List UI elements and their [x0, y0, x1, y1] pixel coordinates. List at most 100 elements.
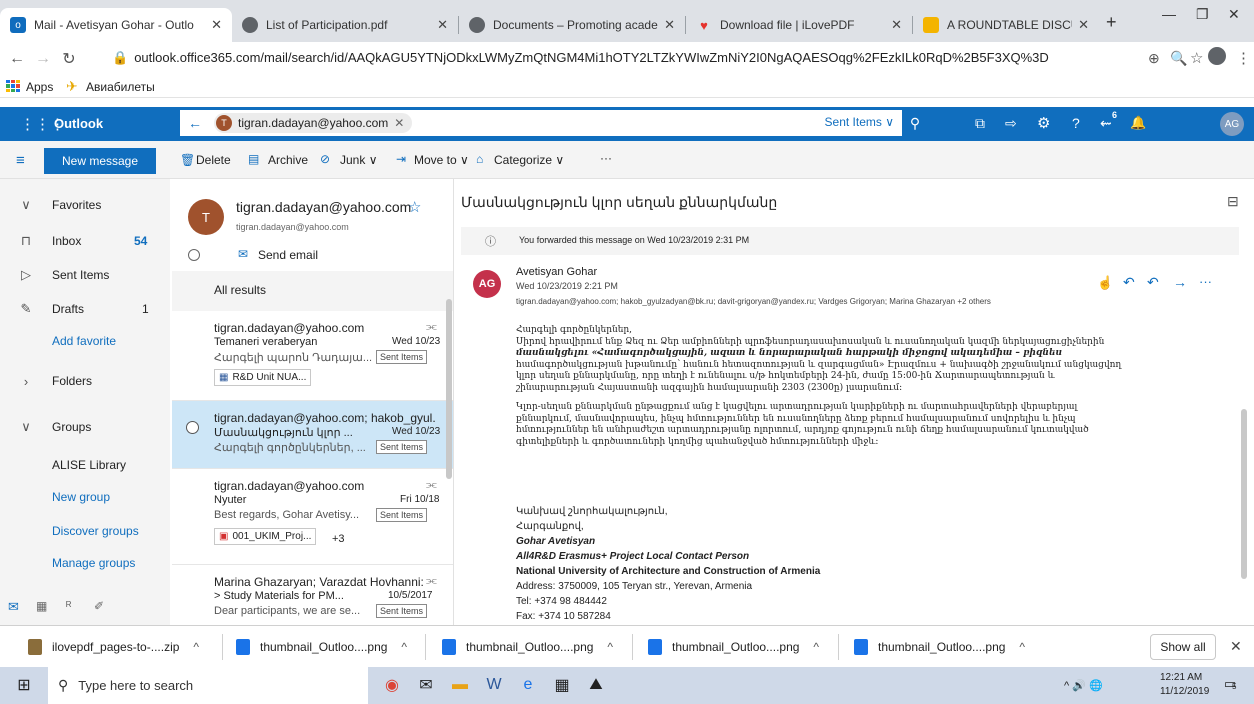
- move-to-button[interactable]: Move to ∨: [414, 153, 469, 167]
- reload-icon[interactable]: ↻: [56, 49, 82, 69]
- download-item[interactable]: thumbnail_Outloo....png ^: [236, 634, 407, 660]
- recipients[interactable]: tigran.dadayan@yahoo.com; hakob_gyulzady…: [516, 297, 991, 306]
- discover-groups-link[interactable]: Discover groups: [0, 513, 170, 549]
- window-close-icon[interactable]: ✕: [1228, 6, 1240, 23]
- message-row[interactable]: Marina Ghazaryan; Varazdat Hovhanni: ⫘ >…: [172, 565, 453, 625]
- attachment-chip[interactable]: ▣ 001_UKIM_Proj...: [214, 528, 317, 545]
- menu-kebab-icon[interactable]: ⋮: [1236, 49, 1251, 67]
- more-options-icon[interactable]: ···: [1199, 274, 1212, 289]
- outlook-brand[interactable]: Outlook: [54, 116, 103, 131]
- nav-inbox[interactable]: ⊓ Inbox 54: [0, 223, 170, 259]
- list-scrollbar[interactable]: [446, 299, 452, 479]
- close-tab-icon[interactable]: ✕: [437, 17, 448, 33]
- restore-icon[interactable]: ❐: [1196, 6, 1209, 23]
- calendar-icon[interactable]: ▦: [36, 599, 47, 613]
- archive-button[interactable]: Archive: [268, 153, 308, 167]
- favorite-star-icon[interactable]: ☆: [408, 198, 421, 216]
- edge-icon[interactable]: e: [516, 673, 540, 697]
- search-back-arrow-icon[interactable]: ←: [188, 115, 202, 131]
- nav-groups[interactable]: ∨ Groups: [0, 409, 170, 445]
- back-arrow-icon[interactable]: ←: [4, 50, 30, 68]
- download-item[interactable]: thumbnail_Outloo....png ^: [442, 634, 613, 660]
- tab-ilovepdf[interactable]: ♥ Download file | iLovePDF ✕: [686, 8, 912, 42]
- tab-pdf[interactable]: List of Participation.pdf ✕: [232, 8, 458, 42]
- attachment-chip[interactable]: ▦ R&D Unit NUA...: [214, 369, 312, 386]
- attachment-icon[interactable]: ✐: [94, 599, 104, 613]
- bookmark-tickets[interactable]: Авиабилеты: [86, 80, 155, 94]
- close-tab-icon[interactable]: ✕: [664, 17, 675, 33]
- bookmark-apps[interactable]: Apps: [26, 80, 53, 94]
- new-message-button[interactable]: New message: [44, 148, 156, 174]
- download-item[interactable]: thumbnail_Outloo....png ^: [648, 634, 819, 660]
- minimize-icon[interactable]: —: [1162, 6, 1176, 22]
- search-chip[interactable]: T tigran.dadayan@yahoo.com ✕: [214, 113, 413, 133]
- reading-scrollbar[interactable]: [1241, 409, 1247, 579]
- more-actions-button[interactable]: ···: [600, 151, 612, 165]
- windows-start-icon[interactable]: ⊞: [12, 673, 36, 697]
- nav-drafts[interactable]: ✎ Drafts 1: [0, 291, 170, 327]
- bell-icon[interactable]: 🔔: [1130, 115, 1146, 131]
- chevron-up-icon[interactable]: ^: [813, 640, 819, 654]
- search-box[interactable]: ← T tigran.dadayan@yahoo.com ✕ Sent Item…: [180, 110, 928, 136]
- close-tab-icon[interactable]: ✕: [211, 17, 222, 33]
- people-icon[interactable]: ᴿ: [66, 599, 71, 613]
- message-row[interactable]: tigran.dadayan@yahoo.com ⫘ Nyuter Fri 10…: [172, 469, 453, 565]
- profile-icon[interactable]: [1208, 47, 1226, 65]
- nav-favorites[interactable]: ∨ Favorites: [0, 187, 170, 223]
- show-all-button[interactable]: Show all: [1150, 634, 1216, 660]
- photos-icon[interactable]: ⛰: [584, 673, 608, 697]
- select-radio[interactable]: [186, 421, 199, 434]
- select-all-radio[interactable]: [188, 249, 200, 261]
- tab-mail[interactable]: o Mail - Avetisyan Gohar - Outlo ✕: [0, 8, 232, 42]
- download-item[interactable]: thumbnail_Outloo....png ^: [854, 634, 1025, 660]
- extension-icon[interactable]: ⊕: [1148, 50, 1160, 67]
- message-row[interactable]: tigran.dadayan@yahoo.com ⫘ Temaneri vera…: [172, 311, 453, 401]
- meet-now-icon[interactable]: ⧉: [975, 115, 985, 132]
- tray-icons[interactable]: ^ 🔊 🌐: [1064, 679, 1103, 692]
- search-scope-dropdown[interactable]: Sent Items ∨: [825, 115, 894, 129]
- forward-arrow-icon[interactable]: →: [30, 50, 56, 68]
- add-favorite-link[interactable]: Add favorite: [0, 323, 170, 359]
- chrome-icon[interactable]: ◉: [380, 673, 404, 697]
- search-icon[interactable]: ⚲: [902, 110, 928, 136]
- teams-icon[interactable]: ⇨: [1005, 115, 1017, 132]
- new-tab-button[interactable]: +: [1106, 12, 1117, 33]
- clock-date[interactable]: 11/12/2019: [1160, 686, 1209, 697]
- clock-time[interactable]: 12:21 AM: [1160, 672, 1202, 683]
- new-group-link[interactable]: New group: [0, 479, 170, 515]
- forward-icon[interactable]: →: [1173, 274, 1187, 290]
- mail-app-icon[interactable]: ✉: [414, 673, 438, 697]
- categorize-button[interactable]: Categorize ∨: [494, 153, 564, 167]
- message-row-selected[interactable]: tigran.dadayan@yahoo.com; hakob_gyul. Մա…: [172, 401, 453, 469]
- zoom-icon[interactable]: 🔍: [1170, 50, 1187, 67]
- close-tab-icon[interactable]: ✕: [1078, 17, 1089, 33]
- taskbar-search[interactable]: ⚲ Type here to search: [48, 667, 368, 704]
- download-item[interactable]: ilovepdf_pages-to-....zip ^: [28, 634, 199, 660]
- delete-button[interactable]: Delete: [196, 153, 231, 167]
- pop-out-icon[interactable]: ⊟: [1227, 193, 1239, 210]
- chevron-up-icon[interactable]: ^: [607, 640, 613, 654]
- close-tab-icon[interactable]: ✕: [891, 17, 902, 33]
- word-icon[interactable]: W: [482, 673, 506, 697]
- user-avatar[interactable]: AG: [1220, 112, 1244, 136]
- chip-remove-icon[interactable]: ✕: [394, 116, 404, 130]
- tab-documents[interactable]: Documents – Promoting acade ✕: [459, 8, 685, 42]
- url-field[interactable]: 🔒 outlook.office365.com/mail/search/id/AA…: [112, 50, 1049, 66]
- hamburger-icon[interactable]: ≡: [16, 152, 25, 169]
- reply-all-icon[interactable]: ↶: [1147, 274, 1159, 291]
- like-icon[interactable]: ☝: [1097, 275, 1113, 291]
- star-bookmark-icon[interactable]: ☆: [1190, 49, 1203, 67]
- nav-sent-items[interactable]: ▷ Sent Items: [0, 257, 170, 293]
- sender-name[interactable]: Avetisyan Gohar: [516, 266, 597, 278]
- junk-button[interactable]: Junk ∨: [340, 153, 377, 167]
- manage-groups-link[interactable]: Manage groups: [0, 545, 170, 581]
- reply-icon[interactable]: ↶: [1123, 274, 1135, 291]
- tab-roundtable[interactable]: A ROUNDTABLE DISCUSSION ✕: [913, 8, 1099, 42]
- help-icon[interactable]: ?: [1072, 115, 1080, 131]
- close-downloads-icon[interactable]: ✕: [1230, 638, 1242, 655]
- calculator-icon[interactable]: ▦: [550, 673, 574, 697]
- nav-folders[interactable]: › Folders: [0, 363, 170, 399]
- chevron-up-icon[interactable]: ^: [1019, 640, 1025, 654]
- whats-new-icon[interactable]: ⇜: [1100, 115, 1112, 132]
- chevron-up-icon[interactable]: ^: [193, 640, 199, 654]
